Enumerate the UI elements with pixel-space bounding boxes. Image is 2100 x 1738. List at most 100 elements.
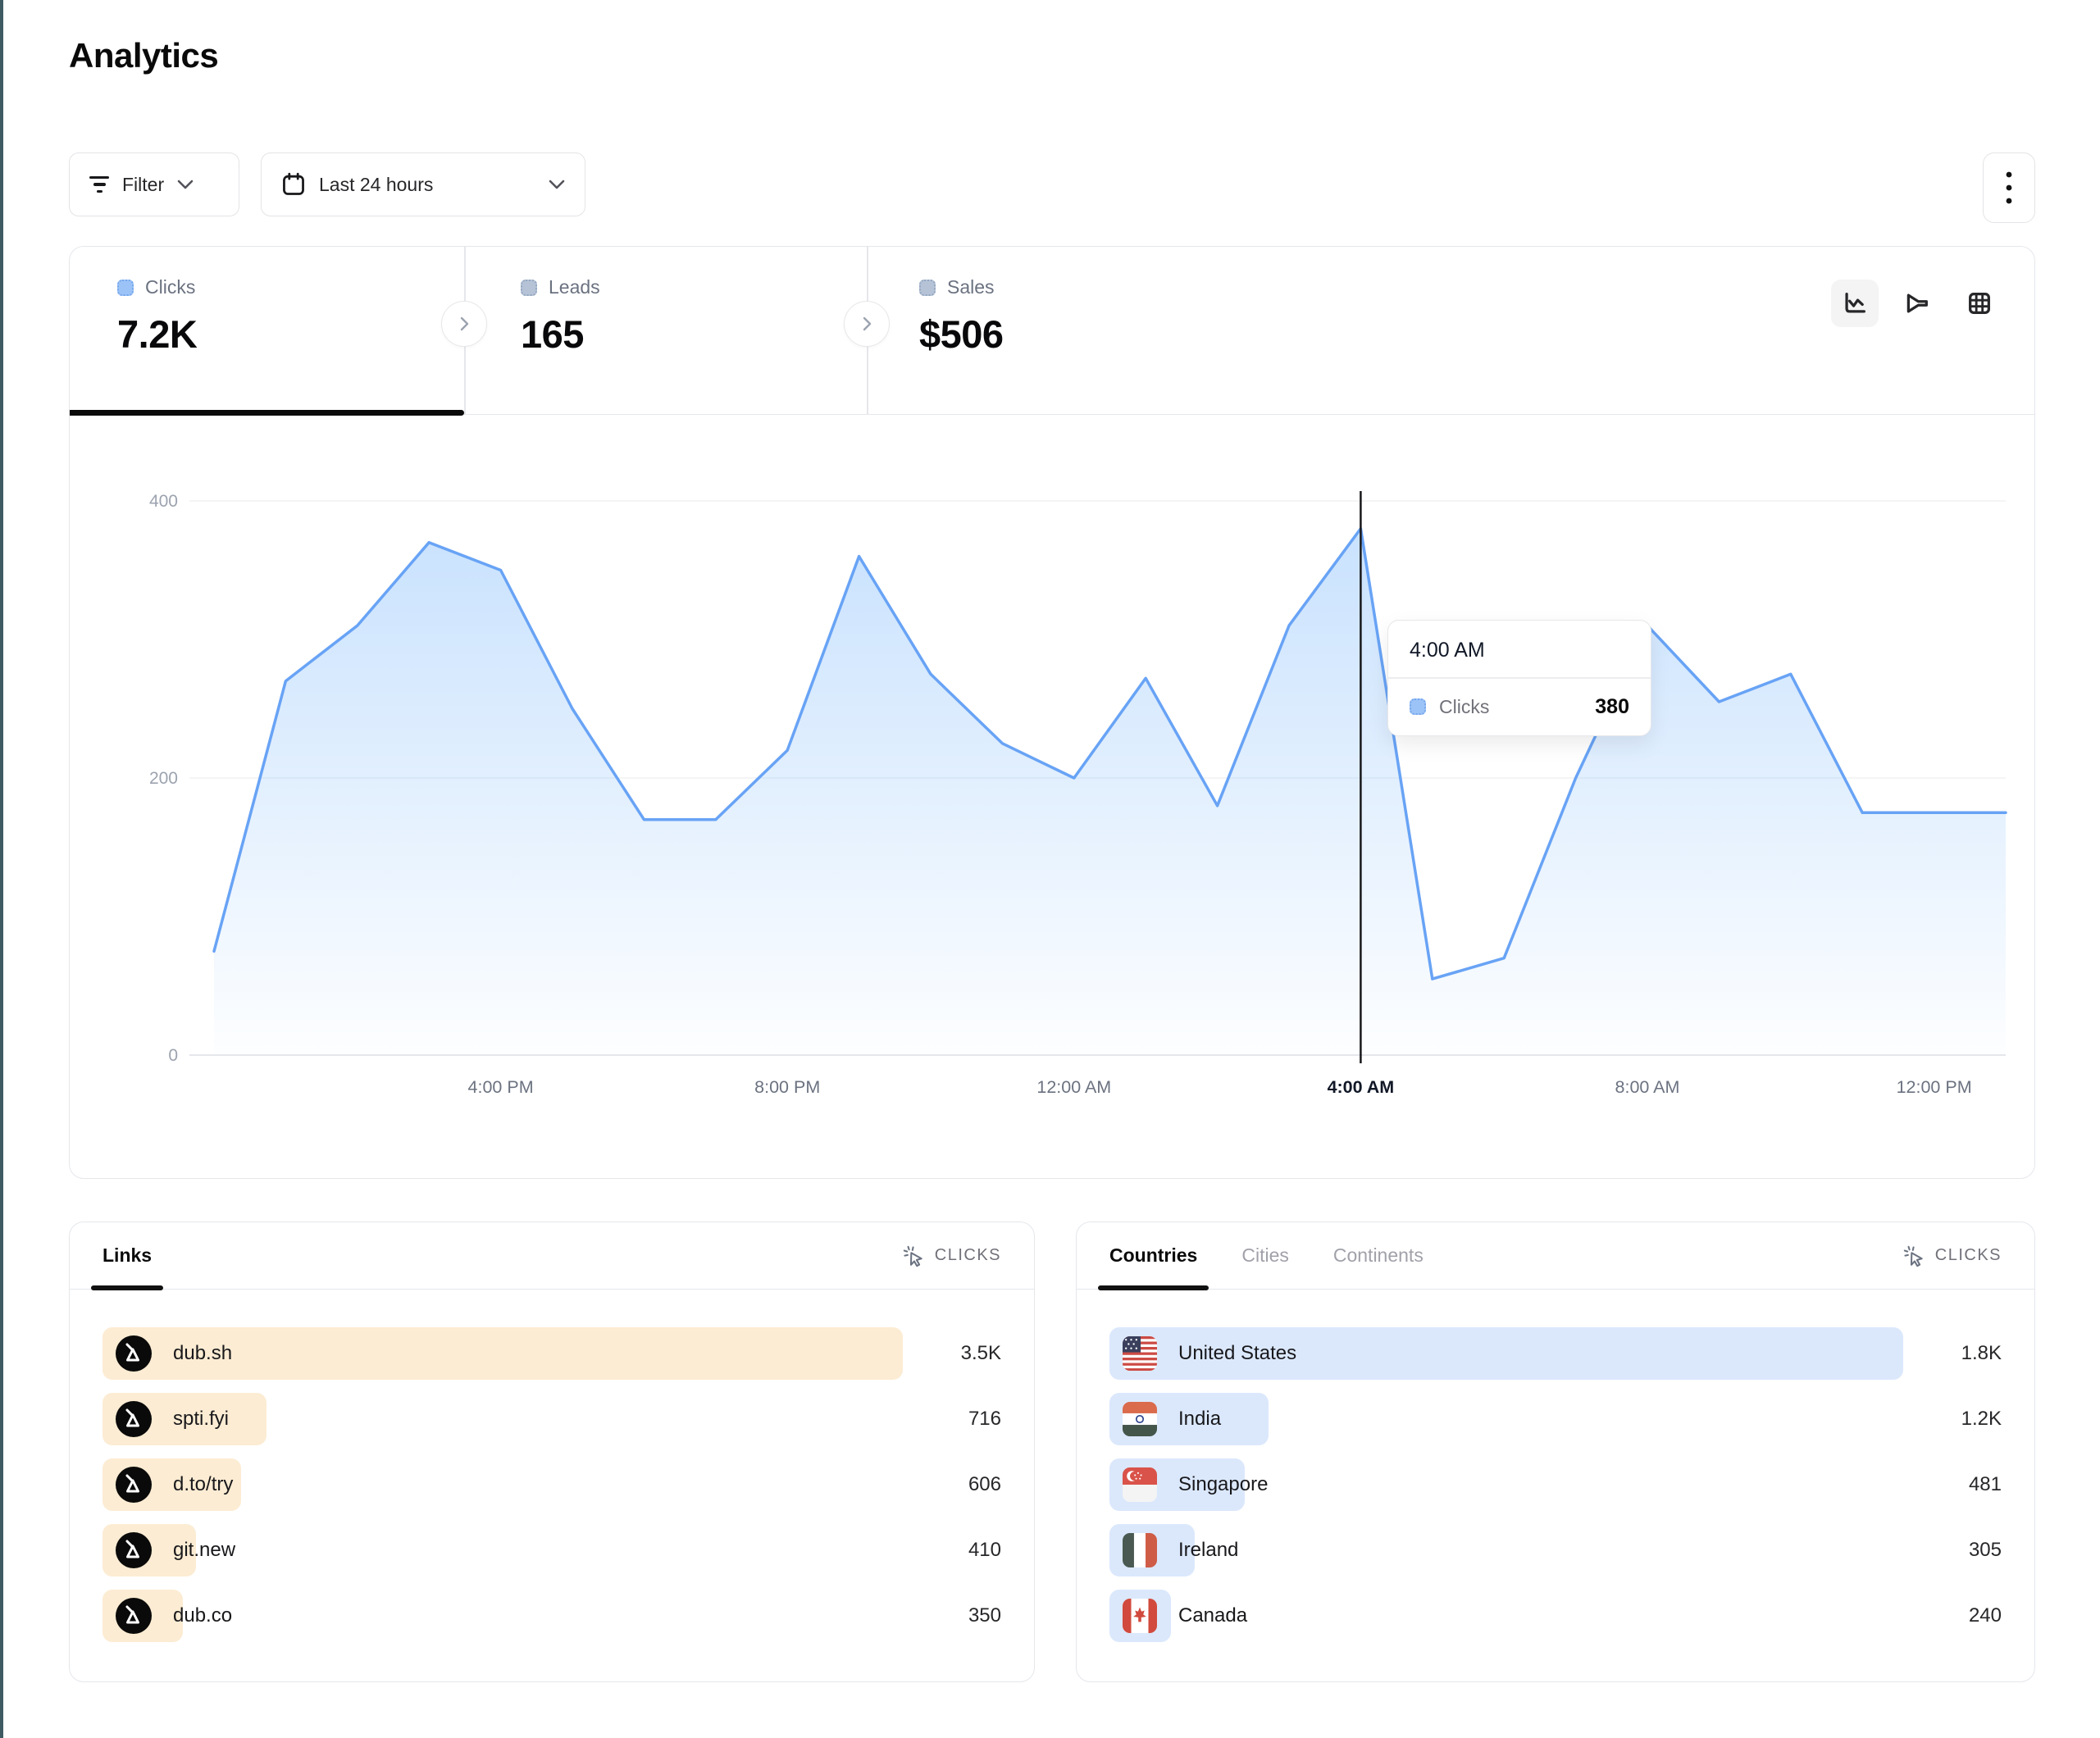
link-clicks-value: 410 [903, 1539, 1001, 1562]
line-chart-icon [1841, 289, 1869, 317]
tab-clicks[interactable]: Clicks 7.2K [117, 276, 197, 357]
cursor-click-icon [902, 1244, 925, 1267]
country-clicks-value: 305 [1903, 1539, 2002, 1562]
link-label: d.to/try [173, 1473, 233, 1496]
sales-value: $506 [919, 312, 1004, 357]
country-row[interactable]: Canada 240 [1109, 1590, 2002, 1642]
links-metric-selector[interactable]: CLICKS [902, 1244, 1001, 1267]
grid-table-icon [1966, 289, 1993, 317]
sales-series-swatch [919, 280, 936, 296]
svg-text:12:00 PM: 12:00 PM [1897, 1077, 1972, 1097]
countries-metric-label: CLICKS [1935, 1246, 2002, 1265]
leads-value: 165 [521, 312, 600, 357]
calendar-icon [281, 172, 306, 197]
analytics-card: Clicks 7.2K Leads 165 Sales $506 [69, 246, 2035, 1179]
flag-united-states-icon [1123, 1336, 1157, 1371]
countries-panel: Countries Cities Continents CLICKS [1076, 1222, 2035, 1682]
flag-ireland-icon [1123, 1533, 1157, 1567]
tab-links[interactable]: Links [102, 1222, 152, 1289]
country-label: India [1178, 1408, 1221, 1431]
link-label: spti.fyi [173, 1408, 229, 1431]
svg-text:8:00 PM: 8:00 PM [754, 1077, 820, 1097]
link-clicks-value: 716 [903, 1408, 1001, 1431]
links-metric-label: CLICKS [935, 1246, 1001, 1265]
dub-logo-icon [116, 1401, 152, 1437]
line-chart-view-button[interactable] [1831, 280, 1879, 327]
date-range-button[interactable]: Last 24 hours [261, 152, 585, 216]
clicks-area-chart[interactable]: 02004004:00 PM8:00 PM12:00 AM4:00 AM8:00… [70, 415, 2034, 1177]
link-label: dub.sh [173, 1342, 232, 1365]
flag-canada-icon [1123, 1599, 1157, 1633]
filter-button[interactable]: Filter [69, 152, 239, 216]
link-row[interactable]: dub.co 350 [102, 1590, 1001, 1642]
link-clicks-value: 606 [903, 1473, 1001, 1496]
country-label: United States [1178, 1342, 1296, 1365]
country-label: Singapore [1178, 1473, 1268, 1496]
svg-text:200: 200 [149, 769, 178, 788]
link-label: dub.co [173, 1604, 232, 1627]
country-row[interactable]: Ireland 305 [1109, 1524, 2002, 1576]
funnel-icon [1903, 289, 1931, 317]
link-row[interactable]: d.to/try 606 [102, 1458, 1001, 1511]
links-panel-header: Links CLICKS [70, 1222, 1034, 1290]
page-title: Analytics [69, 36, 218, 75]
countries-panel-header: Countries Cities Continents CLICKS [1077, 1222, 2034, 1290]
tab-leads[interactable]: Leads 165 [521, 276, 600, 357]
svg-text:4:00 AM: 4:00 AM [1328, 1077, 1395, 1097]
dub-logo-icon [116, 1335, 152, 1372]
sales-label: Sales [947, 276, 995, 298]
link-label: git.new [173, 1539, 235, 1562]
country-label: Canada [1178, 1604, 1247, 1627]
clicks-label: Clicks [145, 276, 195, 298]
clicks-series-swatch [117, 280, 134, 296]
flag-india-icon [1123, 1402, 1157, 1436]
stats-header: Clicks 7.2K Leads 165 Sales $506 [70, 247, 2034, 415]
country-clicks-value: 1.2K [1903, 1408, 2002, 1431]
country-row[interactable]: United States 1.8K [1109, 1327, 2002, 1380]
countries-metric-selector[interactable]: CLICKS [1902, 1244, 2002, 1267]
country-clicks-value: 240 [1903, 1604, 2002, 1627]
svg-text:0: 0 [168, 1046, 178, 1065]
country-clicks-value: 1.8K [1903, 1342, 2002, 1365]
svg-text:400: 400 [149, 492, 178, 511]
country-clicks-value: 481 [1903, 1473, 2002, 1496]
country-row[interactable]: Singapore 481 [1109, 1458, 2002, 1511]
expand-sales-button[interactable] [844, 301, 890, 347]
more-menu-button[interactable] [1983, 152, 2035, 223]
link-row[interactable]: spti.fyi 716 [102, 1393, 1001, 1445]
link-clicks-value: 350 [903, 1604, 1001, 1627]
dub-logo-icon [116, 1532, 152, 1568]
tab-continents[interactable]: Continents [1333, 1222, 1424, 1289]
country-row[interactable]: India 1.2K [1109, 1393, 2002, 1445]
link-row[interactable]: dub.sh 3.5K [102, 1327, 1001, 1380]
flag-singapore-icon [1123, 1467, 1157, 1502]
country-label: Ireland [1178, 1539, 1238, 1562]
clicks-value: 7.2K [117, 312, 197, 357]
tooltip-series-label: Clicks [1439, 696, 1489, 718]
dub-logo-icon [116, 1467, 152, 1503]
funnel-view-button[interactable] [1893, 280, 1941, 327]
table-view-button[interactable] [1956, 280, 2003, 327]
svg-text:8:00 AM: 8:00 AM [1615, 1077, 1680, 1097]
chevron-down-icon [549, 180, 565, 189]
tooltip-time: 4:00 AM [1388, 621, 1651, 677]
expand-leads-button[interactable] [441, 301, 487, 347]
tab-cities[interactable]: Cities [1241, 1222, 1289, 1289]
leads-label: Leads [549, 276, 600, 298]
analytics-page: Analytics Filter Last 24 hours Clicks 7.… [0, 0, 2100, 1738]
chart-tooltip: 4:00 AM Clicks 380 [1387, 620, 1651, 736]
chart-view-toggles [1831, 280, 2003, 327]
tab-countries[interactable]: Countries [1109, 1222, 1197, 1289]
leads-series-swatch [521, 280, 537, 296]
tab-sales[interactable]: Sales $506 [919, 276, 1004, 357]
kebab-menu-icon [2005, 170, 2013, 206]
svg-text:4:00 PM: 4:00 PM [468, 1077, 534, 1097]
filter-button-label: Filter [122, 174, 164, 196]
chevron-down-icon [177, 180, 194, 189]
dub-logo-icon [116, 1598, 152, 1634]
links-rows: dub.sh 3.5K spti.fyi 716 d [70, 1290, 1034, 1642]
link-row[interactable]: git.new 410 [102, 1524, 1001, 1576]
filter-icon [89, 176, 109, 193]
countries-rows: United States 1.8K [1077, 1290, 2034, 1642]
link-clicks-value: 3.5K [903, 1342, 1001, 1365]
